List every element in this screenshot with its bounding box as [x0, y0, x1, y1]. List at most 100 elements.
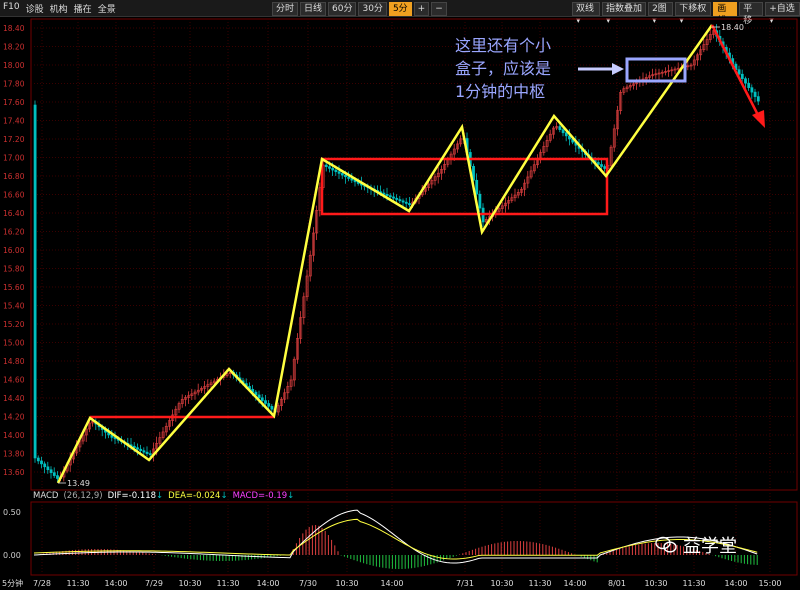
candle-body	[558, 126, 562, 130]
time-tick-label: 14:00	[380, 579, 403, 588]
candle-body	[744, 78, 747, 84]
annotation-text: 这里还有个小 盒子，应该是 1分钟的中枢	[455, 34, 585, 103]
candle-body	[43, 463, 47, 468]
period-label[interactable]: 5分钟	[2, 578, 23, 588]
high-price-label: 18.40	[721, 23, 744, 32]
macd-indicator-name[interactable]: MACD	[33, 490, 58, 502]
candle-body	[603, 166, 607, 169]
price-tick-label: 15.40	[3, 302, 25, 311]
price-tick-label: 17.20	[3, 135, 25, 144]
price-tick-label: 14.60	[3, 376, 25, 385]
time-tick-label: 8/01	[608, 579, 626, 588]
price-tick-label: 16.80	[3, 172, 25, 181]
price-tick-label: 14.20	[3, 413, 25, 422]
candle-body	[756, 96, 760, 102]
candle-body	[401, 200, 405, 203]
price-tick-label: 17.60	[3, 98, 25, 107]
function-menu: F10 诊股 机构 播在 全景	[3, 2, 116, 15]
time-tick-label: 14:00	[104, 579, 127, 588]
price-axis: 18.40 18.20 18.00 17.80 17.60 17.40 17.20 17.00…	[3, 24, 25, 477]
price-tick-label: 14.40	[3, 394, 25, 403]
draw-line-button[interactable]: 画线	[713, 2, 738, 26]
add-watchlist-dropdown[interactable]: +自选▾	[765, 2, 800, 26]
candle-body	[33, 104, 37, 459]
price-tick-label: 16.40	[3, 209, 25, 218]
candle-body	[561, 129, 565, 134]
candle-body	[337, 171, 341, 174]
candlesticks	[33, 24, 760, 482]
menu-panorama[interactable]: 全景	[98, 2, 116, 15]
low-price-label: 13.49	[67, 479, 90, 488]
time-tick-label: 15:00	[758, 579, 781, 588]
pan-button[interactable]: 平移	[739, 2, 764, 26]
candle-body	[148, 453, 152, 455]
price-tick-label: 13.80	[3, 450, 25, 459]
candle-body	[747, 82, 751, 88]
chart-toolbar: F10 诊股 机构 播在 全景 分时 日线 60分 30分 5分 + − 双线▾…	[0, 0, 800, 26]
price-tick-label: 14.80	[3, 357, 25, 366]
double-line-dropdown[interactable]: 双线▾	[572, 2, 601, 26]
time-tick-label: 10:30	[178, 579, 201, 588]
macd-tick-050: 0.50	[3, 508, 21, 517]
annotation-line-2: 盒子，应该是	[455, 59, 552, 78]
candle-body	[750, 87, 754, 93]
price-tick-label: 16.00	[3, 246, 25, 255]
price-tick-label: 17.80	[3, 80, 25, 89]
price-tick-label: 16.20	[3, 228, 25, 237]
dea-label: DEA=	[168, 491, 194, 501]
index-overlay-dropdown[interactable]: 指数叠加▾	[602, 2, 647, 26]
period-intraday-button[interactable]: 分时	[272, 2, 299, 16]
macd-legend: MACD (26,12,9) DIF=-0.118↓ DEA=-0.024↓ M…	[33, 490, 295, 502]
candle-body	[344, 174, 347, 178]
candle-body	[145, 451, 149, 454]
candle-body	[398, 199, 402, 202]
candle-body	[52, 472, 56, 476]
candle-body	[264, 400, 267, 404]
kline-chart[interactable]: 18.40 18.20 18.00 17.80 17.60 17.40 17.20 17.00…	[0, 18, 800, 590]
watermark: 益学堂	[655, 532, 737, 558]
candle-body	[267, 403, 271, 407]
candle-body	[142, 450, 146, 453]
down-arrow-shaft	[710, 24, 762, 120]
period-30min-button[interactable]: 30分	[358, 2, 387, 16]
candle-body	[40, 460, 43, 465]
candle-body	[49, 469, 53, 473]
period-daily-button[interactable]: 日线	[300, 2, 327, 16]
price-panel-frame	[30, 18, 798, 491]
candle-body	[564, 132, 568, 137]
price-tick-label: 18.00	[3, 61, 25, 70]
time-tick-label: 14:00	[256, 579, 279, 588]
tool-buttons: 双线▾ 指数叠加▾ 2图▾ 下移权▾ 画线 平移 +自选▾	[572, 2, 800, 26]
period-60min-button[interactable]: 60分	[328, 2, 357, 16]
annotation-line-1: 这里还有个小	[455, 36, 552, 55]
menu-diagnose[interactable]: 诊股	[26, 2, 44, 15]
zoom-out-button[interactable]: −	[431, 2, 447, 16]
time-tick-label: 11:30	[682, 579, 705, 588]
rights-adjust-dropdown[interactable]: 下移权▾	[675, 2, 712, 26]
macd-label: MACD=	[232, 491, 266, 501]
price-tick-label: 15.20	[3, 320, 25, 329]
menu-broadcast[interactable]: 播在	[74, 2, 92, 15]
wechat-icon	[655, 536, 677, 553]
price-tick-label: 13.60	[3, 468, 25, 477]
period-5min-button[interactable]: 5分	[388, 2, 412, 16]
dif-label: DIF=	[107, 491, 129, 501]
down-arrow-head	[752, 110, 765, 128]
time-tick-label: 7/30	[299, 579, 317, 588]
candle-body	[136, 447, 139, 450]
price-tick-label: 15.60	[3, 283, 25, 292]
macd-histogram	[36, 525, 758, 569]
price-tick-label: 17.40	[3, 117, 25, 126]
menu-f10[interactable]: F10	[3, 2, 20, 15]
multi-chart-dropdown[interactable]: 2图▾	[648, 2, 674, 26]
menu-institution[interactable]: 机构	[50, 2, 68, 15]
price-tick-label: 17.00	[3, 154, 25, 163]
price-tick-label: 15.00	[3, 339, 25, 348]
zoom-in-button[interactable]: +	[413, 2, 430, 16]
price-tick-label: 15.80	[3, 265, 25, 274]
candle-body	[324, 164, 328, 167]
macd-tick-000: 0.00	[3, 551, 21, 560]
candle-body	[408, 203, 411, 206]
time-tick-label: 11:30	[66, 579, 89, 588]
watermark-text: 益学堂	[683, 536, 737, 557]
